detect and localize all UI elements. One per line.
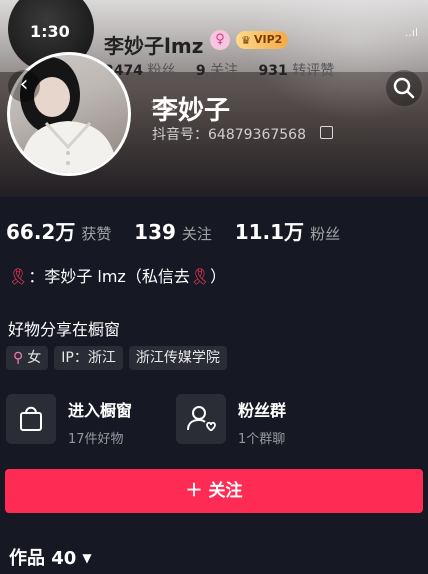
fans-count[interactable]: 11.1万 xyxy=(235,220,304,244)
mini-fans-label: 粉丝 xyxy=(147,63,176,79)
mini-following-value: 9 xyxy=(195,63,206,79)
female-icon: ♀ xyxy=(210,30,230,50)
following-count[interactable]: 139 xyxy=(134,220,176,244)
female-icon: ⚲ xyxy=(13,350,24,366)
shop-window-entry[interactable]: 进入橱窗 17件好物 xyxy=(6,394,133,447)
works-tab[interactable]: 作品 40 ▼ xyxy=(9,544,92,570)
ip-tag: IP：浙江 xyxy=(54,346,123,370)
likes-count: 66.2万 xyxy=(6,220,76,244)
school-tag[interactable]: 浙江传媒学院 xyxy=(128,346,227,370)
shop-window-title: 进入橱窗 xyxy=(68,401,133,420)
shop-window-count: 17件好物 xyxy=(68,432,124,447)
gender-label: 女 xyxy=(27,350,42,366)
mini-likes-label: 转评赞 xyxy=(292,63,335,79)
follow-button[interactable]: ＋ 关注 xyxy=(5,469,423,513)
search-button[interactable] xyxy=(386,70,422,106)
vip-label: VIP2 xyxy=(254,33,283,46)
status-time: 1:30 xyxy=(30,22,70,41)
ribbon-icon: 🎗 xyxy=(189,267,211,286)
gender-tag: ⚲ 女 xyxy=(6,346,49,370)
fans-label[interactable]: 粉丝 xyxy=(310,225,340,243)
works-tab-count: 40 xyxy=(51,548,77,569)
caret-down-icon: ▼ xyxy=(82,551,92,565)
bio-line-1: 🎗：李妙子 lmz（私信去🎗） xyxy=(8,263,226,287)
fan-group-icon xyxy=(176,394,226,444)
profile-stats: 66.2万 获赞 139 关注 11.1万 粉丝 xyxy=(6,216,358,245)
chevron-left-icon: ‹ xyxy=(19,72,29,97)
crown-icon: ♛ xyxy=(241,34,251,47)
mini-likes-value: 931 xyxy=(258,63,288,79)
works-tab-label: 作品 xyxy=(9,548,45,569)
fan-group-title: 粉丝群 xyxy=(238,401,287,420)
mini-header-name: 李妙子lmz xyxy=(104,34,204,58)
bio-line-1-end: ） xyxy=(210,267,227,286)
profile-tags: ⚲ 女 IP：浙江 浙江传媒学院 xyxy=(6,346,227,370)
bio-line-2: 好物分享在橱窗 xyxy=(8,320,121,339)
vip-badge[interactable]: ♛ VIP2 xyxy=(236,31,289,49)
ribbon-icon: 🎗 xyxy=(8,267,29,286)
shopping-bag-icon xyxy=(6,394,56,444)
mini-following-label: 关注 xyxy=(210,63,239,79)
fan-group-entry[interactable]: 粉丝群 1个群聊 xyxy=(176,394,287,447)
bio-line-1-text: ：李妙子 lmz（私信去 xyxy=(28,267,190,286)
mini-header-stats: 2474 粉丝 9 关注 931 转评赞 xyxy=(104,60,350,80)
profile-name: 李妙子 xyxy=(152,96,231,126)
copy-icon[interactable] xyxy=(320,126,333,139)
douyin-id[interactable]: 抖音号：64879367568 xyxy=(152,124,306,144)
following-label[interactable]: 关注 xyxy=(182,225,212,243)
back-button[interactable]: ‹ xyxy=(8,70,40,102)
signal-indicator: ..ıl xyxy=(404,26,418,39)
search-icon xyxy=(393,77,415,99)
likes-label: 获赞 xyxy=(81,225,112,243)
fan-group-count: 1个群聊 xyxy=(238,432,286,447)
